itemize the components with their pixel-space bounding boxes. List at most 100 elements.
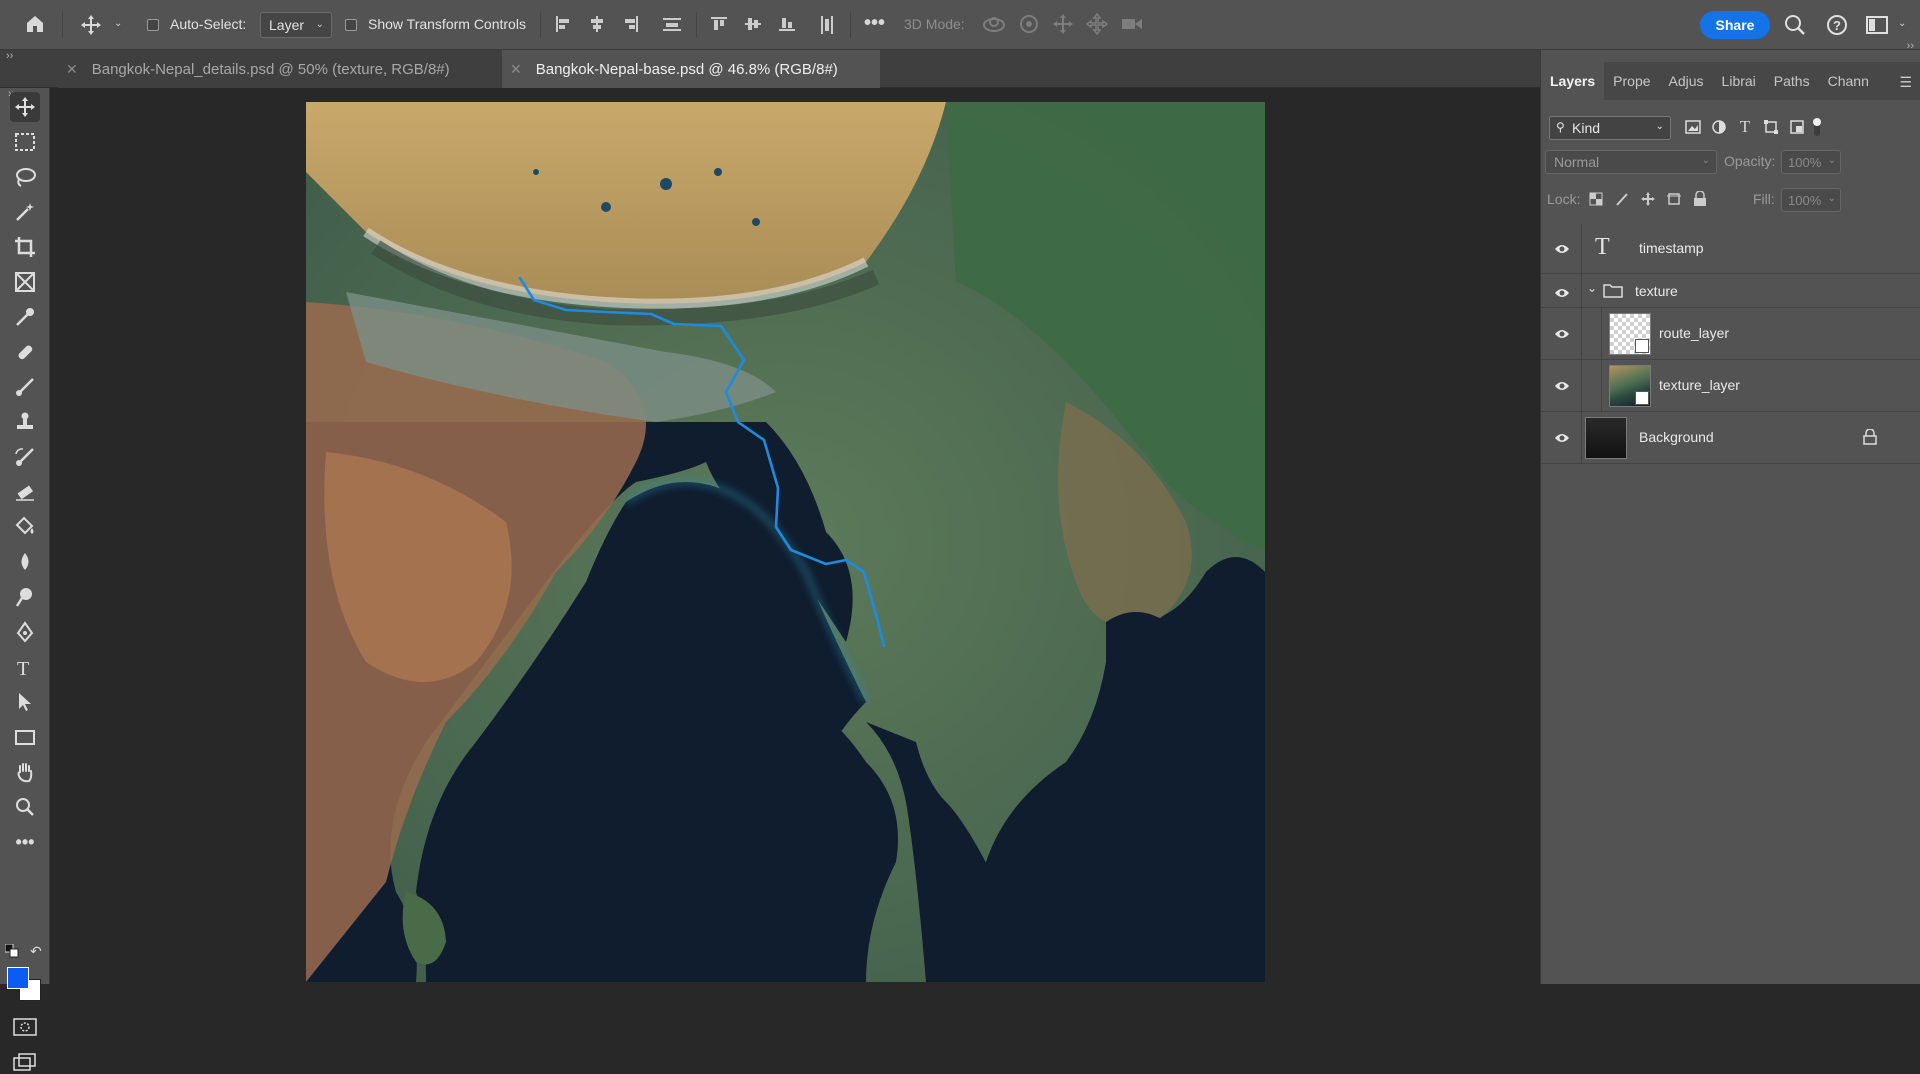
brush-icon [16,378,34,396]
eyedropper-tool[interactable] [10,302,40,332]
align-left-icon[interactable] [554,15,572,33]
layer-row-texture-layer[interactable]: texture_layer [1541,360,1920,412]
move-tool[interactable] [10,92,40,122]
eye-icon[interactable] [1553,240,1571,258]
layer-row-timestamp[interactable]: T timestamp [1541,224,1920,274]
layer-name: texture_layer [1659,377,1740,393]
history-brush-tool[interactable] [10,442,40,472]
rectangle-icon [15,730,35,745]
lasso-tool[interactable] [10,162,40,192]
tab-properties[interactable]: Prope [1604,62,1659,100]
layer-row-route-layer[interactable]: route_layer [1541,308,1920,360]
marquee-tool[interactable] [10,127,40,157]
type-icon: T [17,658,29,678]
healing-brush-tool[interactable] [10,337,40,367]
filter-kind-dropdown[interactable]: ⚲ Kind ⌄ [1549,116,1671,140]
share-button[interactable]: Share [1700,11,1770,39]
edit-toolbar-button[interactable]: ••• [10,827,40,857]
hand-tool[interactable] [10,757,40,787]
type-tool[interactable]: T [10,652,40,682]
auto-select-checkbox[interactable] [147,19,159,31]
crop-tool[interactable] [10,232,40,262]
lock-all-icon[interactable] [1691,190,1709,208]
tab-channels[interactable]: Chann [1819,62,1878,100]
canvas-area[interactable] [50,88,1578,984]
layer-row-texture-group[interactable]: ⌄ texture [1541,274,1920,308]
paint-bucket-tool[interactable] [10,512,40,542]
lock-position-icon[interactable] [1639,190,1657,208]
close-icon[interactable]: ✕ [66,61,78,78]
chevron-down-icon[interactable]: ⌄ [1587,281,1597,295]
distribute-vertical-icon[interactable] [662,15,682,33]
divider [1601,360,1602,411]
auto-select-dropdown[interactable]: Layer ⌄ [260,12,332,38]
tab-layers[interactable]: Layers [1541,62,1605,100]
screen-mode-icon[interactable] [13,1053,37,1074]
blend-mode-dropdown[interactable]: Normal ⌄ [1545,150,1717,174]
clone-stamp-tool[interactable] [10,407,40,437]
chevron-down-icon[interactable]: ⌄ [1898,18,1906,29]
blur-tool[interactable] [10,547,40,577]
tab-libraries[interactable]: Librai [1713,62,1765,100]
zoom-tool[interactable] [10,792,40,822]
fill-field[interactable]: 100% ⌄ [1781,188,1841,212]
lock-label: Lock: [1547,191,1581,207]
workspace-icon[interactable] [1866,15,1888,35]
document-canvas[interactable] [306,102,1265,982]
align-right-icon[interactable] [622,15,640,33]
lock-icon[interactable] [1863,428,1877,448]
dodge-tool[interactable] [10,582,40,612]
show-transform-checkbox[interactable] [345,19,357,31]
tab-base-doc[interactable]: ✕ Bangkok-Nepal-base.psd @ 46.8% (RGB/8#… [502,50,880,88]
path-selection-tool[interactable] [10,687,40,717]
brush-tool[interactable] [10,372,40,402]
frame-tool[interactable] [10,267,40,297]
lock-transparent-icon[interactable] [1587,190,1605,208]
align-vertical-center-icon[interactable] [744,15,762,33]
align-horizontal-center-icon[interactable] [588,15,606,33]
more-options-icon[interactable]: ••• [864,12,885,35]
eye-icon[interactable] [1553,377,1571,395]
quick-mask-icon[interactable] [13,1018,37,1039]
filter-toggle[interactable] [1807,117,1827,137]
align-top-icon[interactable] [710,15,728,33]
close-icon[interactable]: ✕ [510,61,522,78]
lock-image-pixels-icon[interactable] [1613,190,1631,208]
pen-tool[interactable] [10,617,40,647]
help-icon[interactable]: ? [1826,14,1848,36]
layer-row-background[interactable]: Background [1541,412,1920,464]
pixel-filter-icon[interactable] [1683,117,1703,137]
eye-icon[interactable] [1553,284,1571,302]
smart-object-filter-icon[interactable] [1787,117,1807,137]
distribute-horizontal-icon[interactable] [818,15,836,35]
tab-paths[interactable]: Paths [1765,62,1819,100]
adjustment-filter-icon[interactable] [1709,117,1729,137]
search-icon[interactable] [1784,14,1806,36]
stamp-icon [17,412,33,429]
home-icon[interactable] [24,13,46,35]
lock-artboard-icon[interactable] [1665,190,1683,208]
swap-colors-icon[interactable]: ↶ [30,943,42,960]
align-bottom-icon[interactable] [778,15,796,33]
tab-details-doc[interactable]: ✕ Bangkok-Nepal_details.psd @ 50% (textu… [58,50,502,88]
eraser-tool[interactable] [10,477,40,507]
default-colors-icon[interactable] [4,943,19,958]
collapse-panels-icon[interactable]: ›› [6,50,13,62]
chevron-down-icon[interactable]: ⌄ [114,18,122,29]
collapse-dock-icon[interactable]: ›› [1907,40,1914,52]
eye-icon[interactable] [1553,429,1571,447]
layer-name: texture [1635,283,1678,299]
rectangle-tool[interactable] [10,722,40,752]
crop-icon [15,237,35,257]
eye-icon[interactable] [1553,325,1571,343]
opacity-field[interactable]: 100% ⌄ [1781,150,1841,174]
panel-menu-icon[interactable]: ☰ [1899,74,1912,91]
foreground-color-swatch-top[interactable] [7,967,29,989]
shape-filter-icon[interactable] [1761,117,1781,137]
type-filter-icon[interactable]: T [1735,117,1755,137]
fill-label: Fill: [1753,191,1775,207]
tab-adjustments[interactable]: Adjus [1660,62,1713,100]
move-tool-icon[interactable] [80,14,102,36]
tab-label: Bangkok-Nepal_details.psd @ 50% (texture… [91,60,450,78]
magic-wand-tool[interactable] [10,197,40,227]
